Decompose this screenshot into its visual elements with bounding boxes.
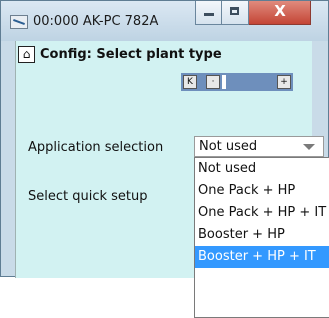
maximize-button[interactable] [222, 1, 249, 25]
title-bar[interactable]: 00:000 AK-PC 782A X [1, 1, 328, 41]
application-selection-value: Not used [199, 139, 258, 154]
home-button[interactable]: ⌂ [18, 46, 35, 63]
next-page-button[interactable]: + [277, 75, 291, 89]
app-window: 00:000 AK-PC 782A X ⌂ Config: Select pla… [0, 0, 329, 318]
config-panel: ⌂ Config: Select plant type K · + Applic… [15, 41, 329, 318]
chevron-down-icon[interactable] [303, 144, 315, 150]
application-selection-label: Application selection [28, 140, 164, 155]
window-title: 00:000 AK-PC 782A [33, 14, 159, 29]
app-icon [10, 15, 28, 29]
dropdown-option-highlighted[interactable]: Booster + HP + IT [195, 246, 329, 268]
minimize-icon [204, 13, 214, 16]
previous-page-button[interactable]: · [206, 75, 220, 89]
close-button[interactable]: X [249, 1, 311, 25]
first-page-icon: K [187, 77, 193, 87]
dropdown-option[interactable]: Booster + HP [195, 224, 329, 246]
application-selection-options: Not used One Pack + HP One Pack + HP + I… [194, 157, 329, 318]
first-page-button[interactable]: K [183, 75, 197, 89]
quick-setup-label: Select quick setup [28, 189, 148, 204]
dropdown-option[interactable]: One Pack + HP + IT [195, 202, 329, 224]
close-icon: X [274, 2, 286, 20]
application-selection-dropdown[interactable]: Not used [194, 136, 324, 157]
dropdown-option[interactable]: One Pack + HP [195, 180, 329, 202]
panel-header: ⌂ Config: Select plant type [16, 41, 312, 71]
page-indicator [222, 75, 226, 89]
next-page-icon: + [280, 77, 288, 87]
page-title: Config: Select plant type [40, 47, 222, 62]
previous-page-icon: · [211, 77, 215, 87]
home-icon: ⌂ [22, 47, 31, 61]
dropdown-option[interactable]: Not used [195, 158, 329, 180]
navigation-bar: K · + [181, 73, 293, 91]
minimize-button[interactable] [195, 1, 222, 25]
maximize-icon [230, 7, 239, 15]
